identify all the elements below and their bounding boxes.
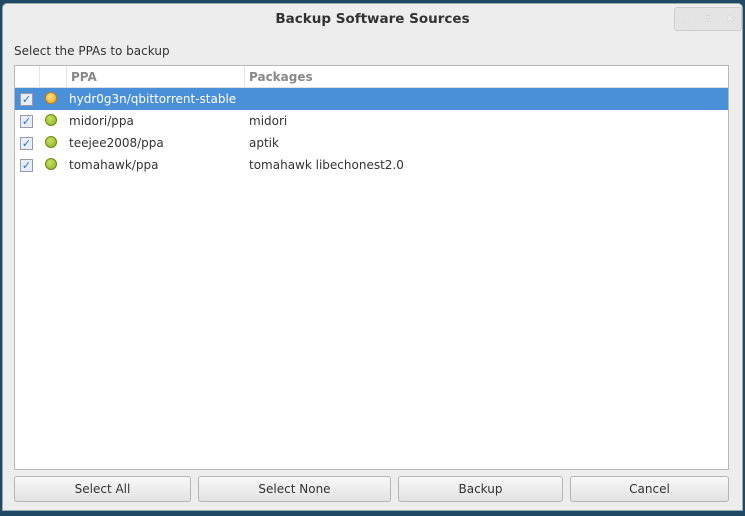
row-ppa: teejee2008/ppa <box>69 136 164 150</box>
row-checkbox[interactable]: ✓ <box>20 115 33 128</box>
dialog-window: Backup Software Sources _ ▫ × Select the… <box>2 3 743 511</box>
header-check[interactable] <box>15 66 40 87</box>
row-ppa: tomahawk/ppa <box>69 158 159 172</box>
status-dot-icon <box>45 113 57 126</box>
header-status[interactable] <box>40 66 67 87</box>
close-button[interactable]: × <box>719 8 741 30</box>
header-ppa[interactable]: PPA <box>67 66 245 87</box>
window-controls: _ ▫ × <box>674 7 742 31</box>
row-packages: midori <box>249 114 288 128</box>
backup-button[interactable]: Backup <box>398 476 563 502</box>
row-packages: aptik <box>249 136 279 150</box>
ppa-list[interactable]: PPA Packages ✓ hydr0g3n/qbittorrent-stab… <box>14 65 729 470</box>
list-header: PPA Packages <box>15 66 728 88</box>
window-title: Backup Software Sources <box>275 11 470 27</box>
select-none-button[interactable]: Select None <box>198 476 391 502</box>
row-ppa: hydr0g3n/qbittorrent-stable <box>69 92 237 106</box>
prompt-label: Select the PPAs to backup <box>14 44 170 58</box>
table-row[interactable]: ✓ midori/ppa midori <box>15 110 728 132</box>
table-row[interactable]: ✓ hydr0g3n/qbittorrent-stable <box>15 88 728 110</box>
status-dot-icon <box>45 91 57 104</box>
maximize-button[interactable]: ▫ <box>697 8 719 30</box>
status-dot-icon <box>45 157 57 170</box>
status-dot-icon <box>45 135 57 148</box>
row-checkbox[interactable]: ✓ <box>20 159 33 172</box>
table-row[interactable]: ✓ tomahawk/ppa tomahawk libechonest2.0 <box>15 154 728 176</box>
table-row[interactable]: ✓ teejee2008/ppa aptik <box>15 132 728 154</box>
cancel-button[interactable]: Cancel <box>570 476 729 502</box>
header-packages[interactable]: Packages <box>245 66 313 87</box>
select-all-button[interactable]: Select All <box>14 476 191 502</box>
row-packages: tomahawk libechonest2.0 <box>249 158 404 172</box>
minimize-button[interactable]: _ <box>675 8 697 30</box>
row-ppa: midori/ppa <box>69 114 134 128</box>
row-checkbox[interactable]: ✓ <box>20 137 33 150</box>
row-checkbox[interactable]: ✓ <box>20 93 33 106</box>
